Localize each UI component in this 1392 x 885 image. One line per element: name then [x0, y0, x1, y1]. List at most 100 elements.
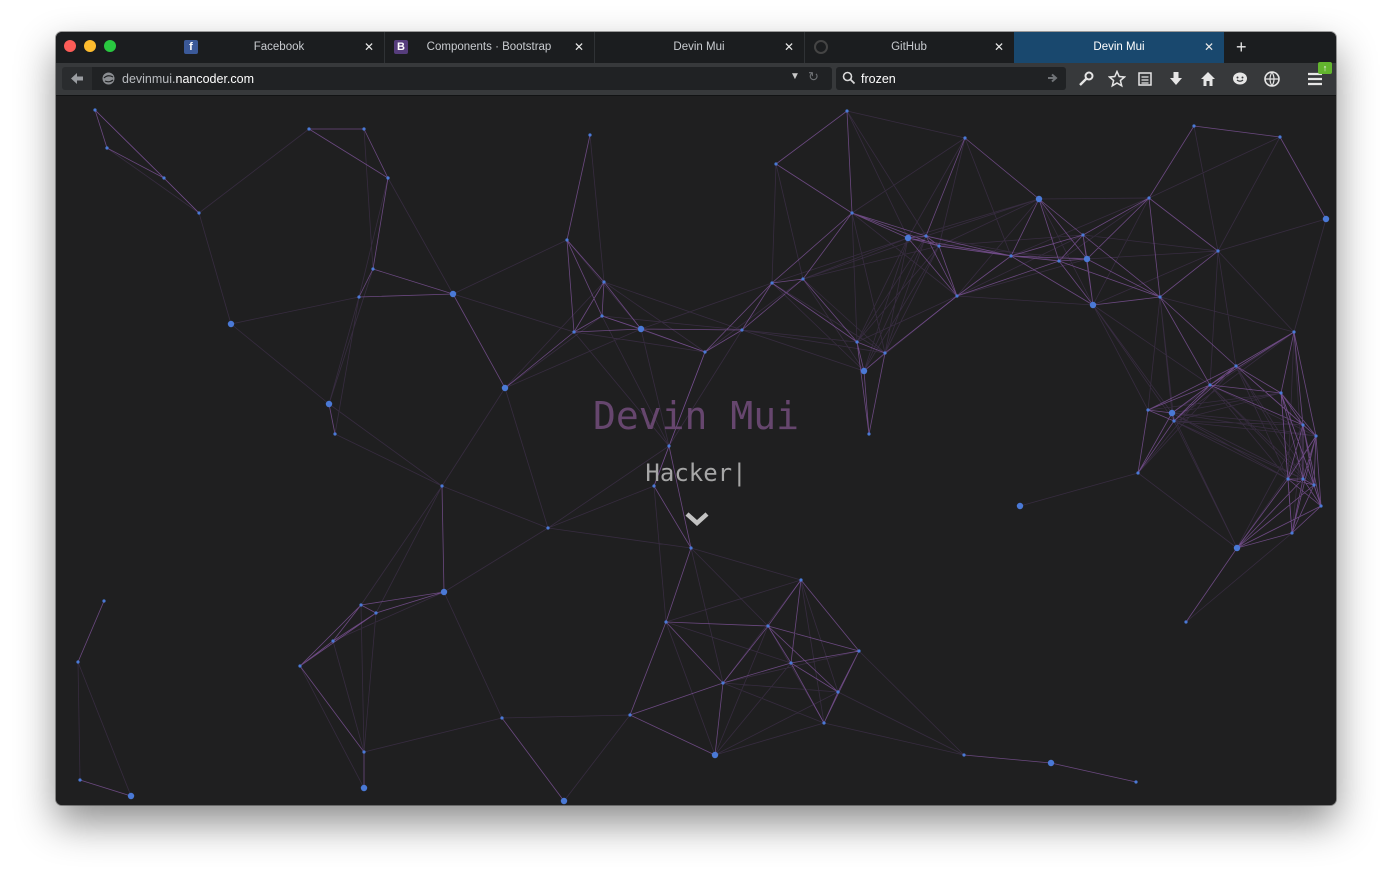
back-arrow-icon [71, 73, 83, 84]
home-icon[interactable] [1199, 70, 1217, 88]
back-button[interactable] [62, 67, 92, 90]
network-node [1047, 759, 1055, 767]
network-node [789, 661, 793, 665]
network-node [501, 384, 509, 392]
tab-facebook[interactable]: f Facebook ✕ [174, 32, 385, 63]
network-node [1233, 544, 1241, 552]
network-node [1083, 255, 1091, 263]
wrench-icon[interactable] [1077, 70, 1095, 88]
network-node [1184, 620, 1188, 624]
tab-label: Devin Mui [1093, 41, 1145, 53]
network-node [1192, 124, 1196, 128]
network-node [600, 314, 604, 318]
network-node [799, 578, 803, 582]
network-node [962, 753, 966, 757]
network-node [774, 162, 778, 166]
network-node [689, 546, 693, 550]
network-node [93, 108, 97, 112]
reading-list-icon[interactable] [1136, 70, 1154, 88]
network-node [770, 281, 774, 285]
network-node [307, 127, 311, 131]
browser-window: f Facebook ✕ B Components · Bootstrap ✕ … [56, 32, 1336, 805]
network-node [883, 351, 887, 355]
network-node [162, 176, 166, 180]
scroll-down-chevron-icon[interactable] [684, 510, 710, 528]
hero-role: Hacker| [645, 459, 747, 487]
reload-icon[interactable]: ↻ [808, 69, 819, 85]
url-text: devinmui.nancoder.com [122, 72, 254, 86]
tab-bootstrap[interactable]: B Components · Bootstrap ✕ [384, 32, 595, 63]
navigation-toolbar: devinmui.nancoder.com ▼ ↻ frozen [56, 63, 1336, 96]
tab-devin-mui[interactable]: Devin Mui ✕ [594, 32, 805, 63]
tab-github[interactable]: GitHub ✕ [804, 32, 1015, 63]
close-window-button[interactable] [64, 40, 76, 52]
network-node [572, 330, 576, 334]
network-node [766, 624, 770, 628]
minimize-window-button[interactable] [84, 40, 96, 52]
network-node [1234, 364, 1238, 368]
network-node [822, 721, 826, 725]
close-tab-icon[interactable]: ✕ [784, 40, 794, 54]
zoom-window-button[interactable] [104, 40, 116, 52]
network-node [371, 267, 375, 271]
download-icon[interactable] [1167, 70, 1185, 88]
network-node [850, 211, 854, 215]
network-node [857, 649, 861, 653]
url-host: nancoder.com [175, 72, 255, 86]
url-bar[interactable]: devinmui.nancoder.com ▼ ↻ [92, 67, 832, 90]
network-node [357, 295, 361, 299]
close-tab-icon[interactable]: ✕ [364, 40, 374, 54]
tab-label: GitHub [891, 41, 927, 53]
close-tab-icon[interactable]: ✕ [1204, 40, 1214, 54]
network-node [703, 350, 707, 354]
tab-label: Facebook [253, 41, 305, 53]
close-tab-icon[interactable]: ✕ [994, 40, 1004, 54]
network-node [362, 750, 366, 754]
network-node [955, 294, 959, 298]
network-node [227, 320, 235, 328]
network-node [1290, 531, 1294, 535]
network-link-faint [77, 109, 1327, 802]
network-node [78, 778, 82, 782]
network-node [1278, 135, 1282, 139]
network-node [359, 603, 363, 607]
tab-label: Components · Bootstrap [426, 41, 552, 53]
network-node [1158, 295, 1162, 299]
network-node [197, 211, 201, 215]
search-bar[interactable]: frozen [836, 67, 1066, 90]
update-available-icon[interactable]: ↑ [1318, 62, 1332, 74]
url-prefix: devinmui. [122, 72, 176, 86]
network-node [360, 784, 368, 792]
tab-devin-mui-active[interactable]: Devin Mui ✕ [1014, 32, 1224, 63]
particle-network-background [76, 108, 1330, 805]
bookmark-star-icon[interactable] [1108, 70, 1126, 88]
extension-globe-icon[interactable] [1263, 70, 1281, 88]
network-node [588, 133, 592, 137]
tab-bar: f Facebook ✕ B Components · Bootstrap ✕ … [56, 32, 1336, 63]
close-tab-icon[interactable]: ✕ [574, 40, 584, 54]
network-node [440, 588, 448, 596]
network-node [667, 444, 671, 448]
network-node [1009, 254, 1013, 258]
network-node [664, 620, 668, 624]
network-node [1134, 780, 1138, 784]
network-node [963, 136, 967, 140]
network-node [628, 713, 632, 717]
network-node [374, 611, 378, 615]
network-node [836, 690, 840, 694]
network-node [1319, 504, 1323, 508]
network-node [1322, 215, 1330, 223]
history-dropdown-icon[interactable]: ▼ [790, 71, 800, 82]
network-node [560, 797, 568, 805]
network-node [386, 176, 390, 180]
network-node [924, 234, 928, 238]
network-link [77, 109, 1327, 802]
search-go-icon[interactable] [1046, 71, 1060, 90]
chat-smiley-icon[interactable] [1231, 70, 1249, 88]
new-tab-button[interactable]: + [1236, 37, 1247, 57]
network-node [546, 526, 550, 530]
network-node [1208, 383, 1212, 387]
globe-icon [102, 72, 115, 90]
network-node [721, 681, 725, 685]
network-node [1216, 249, 1220, 253]
